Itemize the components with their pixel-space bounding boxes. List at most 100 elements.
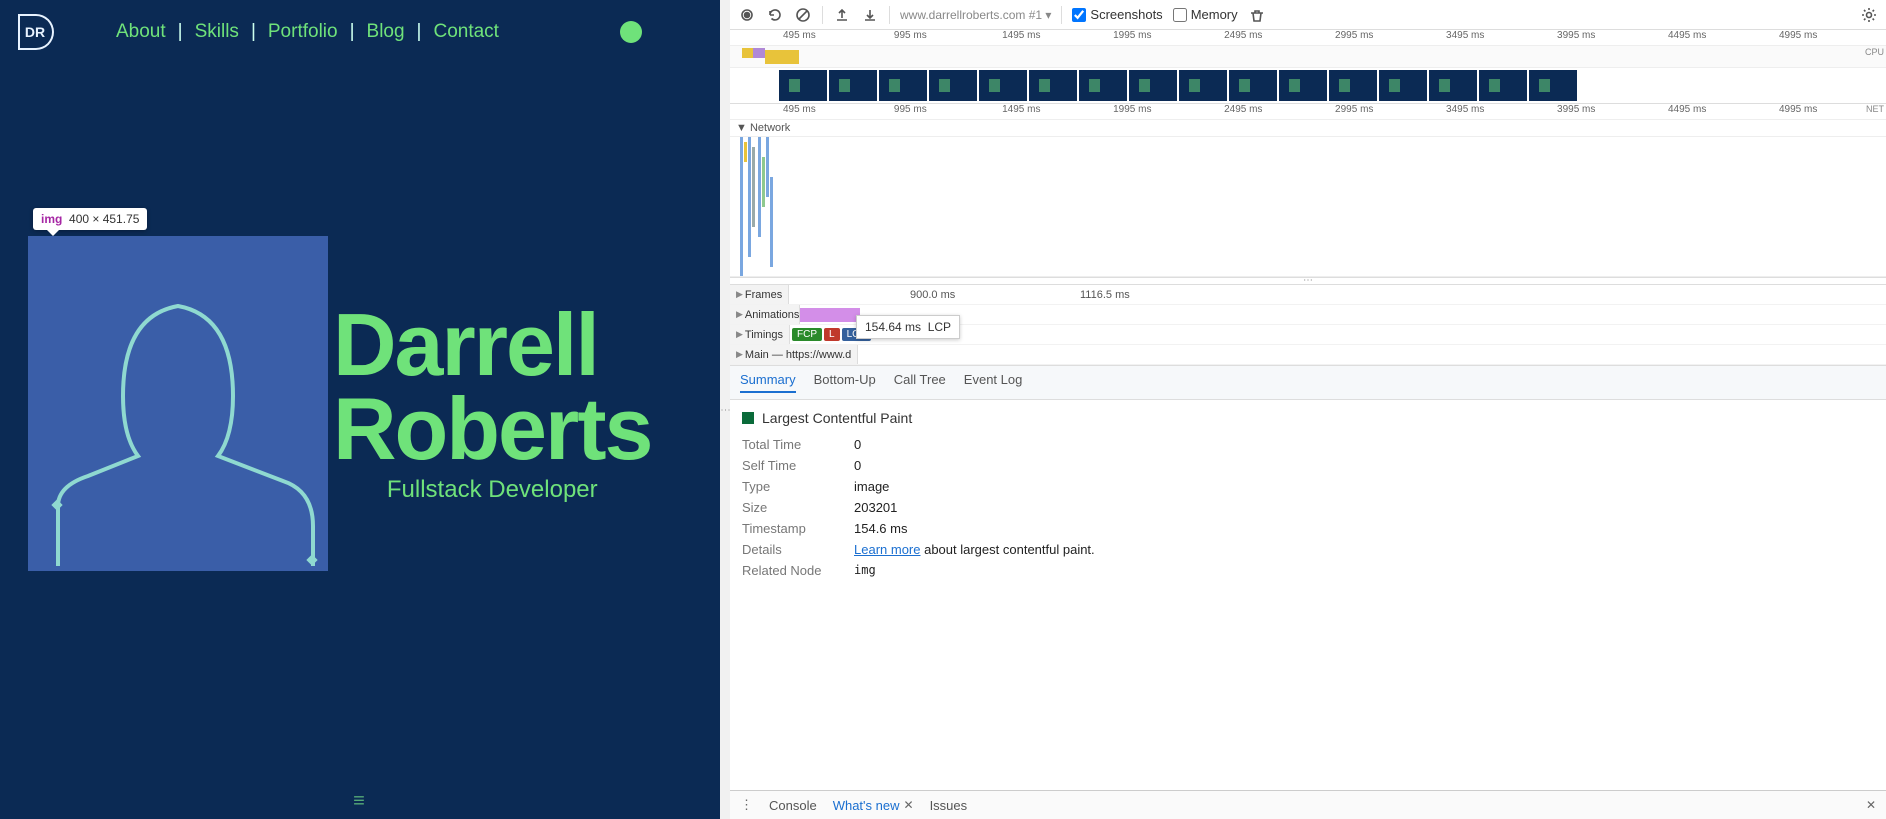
tab-event-log[interactable]: Event Log (964, 372, 1023, 393)
filmstrip-frame[interactable] (1129, 70, 1177, 101)
frames-track-label[interactable]: ▶Frames (730, 285, 789, 304)
main-track-label[interactable]: ▶Main — https://www.d (730, 345, 858, 364)
theme-dot[interactable] (620, 21, 642, 43)
primary-nav: About| Skills| Portfolio| Blog| Contact (116, 21, 499, 43)
nav-skills[interactable]: Skills (195, 21, 239, 43)
network-flame[interactable] (730, 137, 1886, 277)
nav-about[interactable]: About (116, 21, 166, 43)
close-icon[interactable]: ✕ (904, 798, 914, 812)
tab-summary[interactable]: Summary (740, 372, 796, 393)
screenshots-toggle[interactable]: Screenshots (1072, 7, 1162, 22)
screenshots-label: Screenshots (1090, 7, 1162, 22)
learn-more-link[interactable]: Learn more (854, 542, 920, 557)
summary-row: Total Time0 (742, 434, 1874, 455)
drawer-menu-icon[interactable]: ⋮ (740, 797, 753, 813)
hero-subtitle: Fullstack Developer (333, 476, 652, 504)
nav-contact[interactable]: Contact (433, 21, 498, 43)
gc-button[interactable] (1248, 6, 1266, 24)
collapse-handle[interactable]: ⋯ (730, 277, 1886, 285)
memory-toggle[interactable]: Memory (1173, 7, 1238, 22)
row-key: Total Time (742, 437, 842, 452)
avatar-outline-icon (28, 236, 328, 571)
filmstrip-frame[interactable] (1379, 70, 1427, 101)
lcp-tooltip: 154.64 ms LCP (856, 315, 960, 339)
drag-handle-icon[interactable]: ≡ (353, 790, 367, 813)
inspector-tooltip: img 400 × 451.75 (33, 208, 147, 230)
filmstrip-frame[interactable] (1429, 70, 1477, 101)
clear-button[interactable] (794, 6, 812, 24)
ruler-tick: 2495 ms (1224, 30, 1262, 41)
l-badge[interactable]: L (824, 328, 840, 341)
animations-track-label[interactable]: ▶Animations (730, 305, 800, 324)
main-track[interactable]: ▶Main — https://www.d (730, 345, 1886, 365)
filmstrip-frame[interactable] (1479, 70, 1527, 101)
upload-profile-button[interactable] (833, 6, 851, 24)
screenshots-checkbox[interactable] (1072, 8, 1086, 22)
settings-gear-icon[interactable] (1860, 6, 1878, 24)
cpu-minimap[interactable]: CPU (730, 46, 1886, 68)
row-value: image (854, 479, 889, 494)
website-preview: DR About| Skills| Portfolio| Blog| Conta… (0, 0, 720, 819)
row-value: 203201 (854, 500, 897, 515)
drawer-close-icon[interactable]: ✕ (1866, 798, 1876, 812)
site-logo[interactable]: DR (18, 14, 54, 50)
drawer-whatsnew-tab[interactable]: What's new ✕ (833, 798, 914, 813)
ruler-tick: 995 ms (894, 30, 927, 41)
tab-bottom-up[interactable]: Bottom-Up (814, 372, 876, 393)
drawer-bar: ⋮ Console What's new ✕ Issues ✕ (730, 790, 1886, 819)
filmstrip-frame[interactable] (779, 70, 827, 101)
filmstrip-frame[interactable] (1529, 70, 1577, 101)
timings-track-label[interactable]: ▶Timings (730, 325, 790, 344)
tooltip-dims: 400 × 451.75 (69, 212, 139, 226)
reload-record-button[interactable] (766, 6, 784, 24)
time-ruler-bottom[interactable]: 495 ms995 ms1495 ms1995 ms2495 ms2995 ms… (730, 104, 1886, 120)
tab-call-tree[interactable]: Call Tree (894, 372, 946, 393)
row-key: Type (742, 479, 842, 494)
time-ruler-top[interactable]: 495 ms995 ms1495 ms1995 ms2495 ms2995 ms… (730, 30, 1886, 46)
filmstrip-frame[interactable] (979, 70, 1027, 101)
recording-selector[interactable]: www.darrellroberts.com #1 ▾ (900, 8, 1051, 22)
filmstrip-frame[interactable] (1179, 70, 1227, 101)
frame-time: 900.0 ms (910, 289, 955, 301)
animation-bar[interactable] (800, 308, 860, 322)
ruler-tick: 995 ms (894, 104, 927, 115)
row-key: Size (742, 500, 842, 515)
hero-name: DarrellRoberts (333, 303, 652, 470)
record-button[interactable] (738, 6, 756, 24)
filmstrip-frame[interactable] (829, 70, 877, 101)
filmstrip-frame[interactable] (1329, 70, 1377, 101)
details-tabs: Summary Bottom-Up Call Tree Event Log (730, 365, 1886, 400)
toolbar-sep (822, 6, 823, 24)
nav-portfolio[interactable]: Portfolio (268, 21, 338, 43)
drawer-issues-tab[interactable]: Issues (930, 798, 968, 813)
drawer-console-tab[interactable]: Console (769, 798, 817, 813)
hero-image-highlight[interactable] (28, 236, 328, 571)
summary-row: Self Time0 (742, 455, 1874, 476)
logo-text: DR (25, 24, 45, 40)
row-key: Details (742, 542, 842, 557)
row-key: Timestamp (742, 521, 842, 536)
filmstrip-frame[interactable] (1079, 70, 1127, 101)
frames-track[interactable]: ▶Frames 900.0 ms 1116.5 ms (730, 285, 1886, 305)
timings-track[interactable]: ▶Timings FCP L LCP 154.64 ms LCP (730, 325, 1886, 345)
filmstrip-frame[interactable] (1029, 70, 1077, 101)
filmstrip-frame[interactable] (1229, 70, 1277, 101)
filmstrip-frame[interactable] (929, 70, 977, 101)
memory-checkbox[interactable] (1173, 8, 1187, 22)
ruler-tick: 1995 ms (1113, 30, 1151, 41)
network-section-header[interactable]: ▼ Network (730, 120, 1886, 137)
filmstrip-frame[interactable] (879, 70, 927, 101)
summary-row: Related Nodeimg (742, 560, 1874, 581)
screenshot-filmstrip[interactable]: NET (730, 68, 1886, 104)
ruler-tick: 2495 ms (1224, 104, 1262, 115)
nav-blog[interactable]: Blog (367, 21, 405, 43)
ruler-tick: 1995 ms (1113, 104, 1151, 115)
download-profile-button[interactable] (861, 6, 879, 24)
ruler-tick: 1495 ms (1002, 30, 1040, 41)
tracks-section: ▶Frames 900.0 ms 1116.5 ms ▶Animations ▶… (730, 285, 1886, 365)
fcp-badge[interactable]: FCP (792, 328, 822, 341)
pane-splitter[interactable]: ⋮ (720, 0, 730, 819)
filmstrip-frame[interactable] (1279, 70, 1327, 101)
ruler-tick: 4995 ms (1779, 104, 1817, 115)
related-node-link[interactable]: img (854, 563, 876, 578)
